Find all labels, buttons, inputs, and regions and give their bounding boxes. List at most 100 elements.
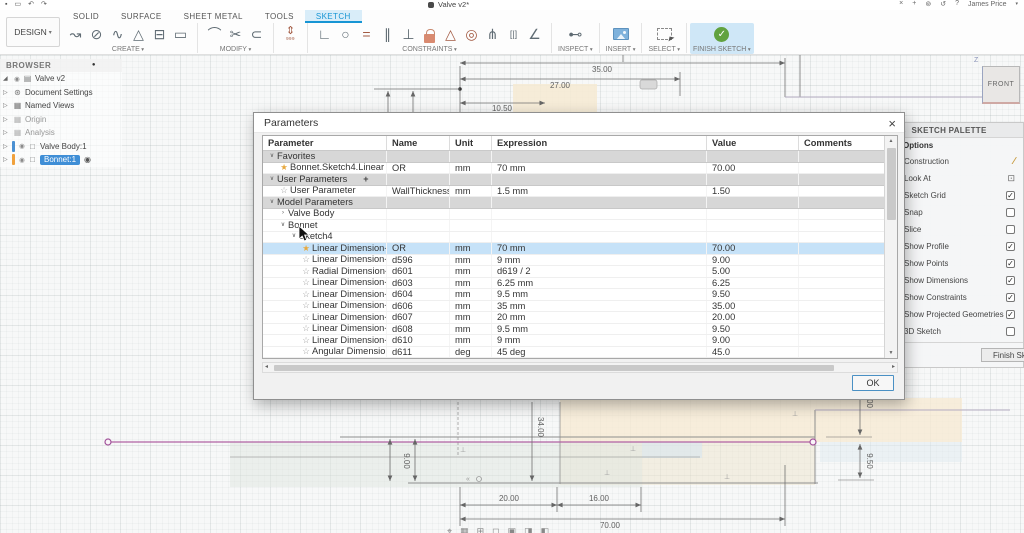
param-row[interactable]: ☆Linear Dimension-13d610mm9 mm9.00 [263,335,886,347]
param-expression[interactable]: 9.5 mm [492,289,707,300]
navigation-bar[interactable]: ⌖▦⊞◻▣◨◧ [447,526,549,533]
param-row[interactable]: ☆Radial Dimension-2d601mmd619 / 25.00 [263,266,886,278]
browser-item-document-settings[interactable]: ▷⊛Document Settings [0,86,122,100]
param-expression[interactable]: 9 mm [492,255,707,266]
scroll-left-icon[interactable]: ◂ [265,363,268,372]
horizontal-scroll-thumb[interactable] [274,365,834,371]
pan-icon[interactable]: ▦ [460,526,469,533]
favorite-star-icon[interactable]: ☆ [300,312,312,323]
favorite-star-icon[interactable]: ☆ [278,186,290,197]
param-group-row[interactable]: ∨Model Parameters [263,197,886,209]
concentric-constraint-icon[interactable]: ◎ [461,23,482,45]
tree-twisty-icon[interactable]: ∨ [267,197,277,208]
parallel-constraint-icon[interactable]: ∥ [377,23,398,45]
column-header-comments[interactable]: Comments [799,136,897,150]
tree-twisty-icon[interactable]: ∨ [267,174,277,185]
expand-arrow-icon[interactable]: ▷ [3,143,12,150]
param-comments[interactable] [799,186,886,197]
undo-icon[interactable]: ↶ [28,1,34,8]
midpoint-constraint-icon[interactable]: △ [440,23,461,45]
param-comments[interactable] [799,335,886,346]
param-expression[interactable]: 20 mm [492,312,707,323]
browser-item-valve-v2[interactable]: ◢◉▤Valve v2 [0,72,122,86]
favorite-star-icon[interactable]: ☆ [300,266,312,277]
browser-item-bonnet-1[interactable]: ▷◉□Bonnet:1◉ [0,153,122,167]
horizontal-vertical-constraint-icon[interactable]: ∟ [314,23,335,45]
column-header-parameter[interactable]: Parameter [263,136,387,150]
param-comments[interactable] [799,243,886,254]
trim-icon[interactable]: ✂ [225,23,246,45]
grid-settings-icon[interactable]: ◨ [524,526,533,533]
expand-arrow-icon[interactable]: ▷ [3,156,12,163]
tab-solid[interactable]: SOLID [62,10,110,23]
tab-sketch[interactable]: SKETCH [305,10,362,23]
param-comments[interactable] [799,197,886,208]
param-expression[interactable]: 35 mm [492,301,707,312]
orbit-icon[interactable]: ⌖ [447,526,452,533]
scroll-up-icon[interactable]: ▲ [885,136,897,146]
checkbox-sketch-grid[interactable]: ✓ [1006,191,1015,200]
measure-icon[interactable]: ⊷ [565,23,586,45]
tab-sheet-metal[interactable]: SHEET METAL [173,10,254,23]
favorite-star-icon[interactable]: ☆ [300,278,312,289]
param-comments[interactable] [799,209,886,220]
checkbox-show-dimensions[interactable]: ✓ [1006,276,1015,285]
browser-options-icon[interactable]: ● [92,59,96,72]
vertical-scrollbar[interactable]: ▲ ▼ [884,136,897,358]
circle-icon[interactable]: ⊘ [86,23,107,45]
titlebar-right-icons[interactable]: ×+⊚↺? [899,0,959,8]
checkbox-show-projected-geometries[interactable]: ✓ [1006,310,1015,319]
save-icon[interactable]: ▭ [14,1,21,8]
favorite-star-icon[interactable]: ☆ [300,347,312,358]
viewcube[interactable]: Z FRONT [982,66,1020,104]
browser-item-valve-body-1[interactable]: ▷◉□Valve Body:1 [0,140,122,154]
sketch-dimension-icon[interactable]: ⇕999 [280,26,301,42]
param-comments[interactable] [799,312,886,323]
scroll-down-icon[interactable]: ▼ [885,348,897,358]
fit-icon[interactable]: ◻ [492,526,499,533]
param-comments[interactable] [799,232,886,243]
checkbox-show-profile[interactable]: ✓ [1006,242,1015,251]
param-expression[interactable]: 70 mm [492,243,707,254]
browser-item-named-views[interactable]: ▷▦Named Views [0,99,122,113]
viewcube-front-face[interactable]: FRONT [988,81,1015,88]
document-tab[interactable]: Valve v2* [428,0,469,9]
param-group-row[interactable]: ∨User Parameters+ [263,174,886,186]
favorite-star-icon[interactable]: ☆ [300,289,312,300]
column-header-expression[interactable]: Expression [492,136,707,150]
ok-button[interactable]: OK [852,375,894,391]
line-icon[interactable]: ↝ [65,23,86,45]
vertical-scroll-thumb[interactable] [887,148,896,220]
param-expression[interactable]: 9.5 mm [492,324,707,335]
param-row[interactable]: ☆Linear Dimension-7d604mm9.5 mm9.50 [263,289,886,301]
collinear-constraint-icon[interactable]: [|] [503,23,524,45]
param-row[interactable]: ★Bonnet.Sketch4.Linear Dime...ORmm70 mm7… [263,163,886,175]
favorite-star-icon[interactable]: ★ [278,163,290,174]
param-comments[interactable] [799,266,886,277]
close-tab-icon[interactable]: × [899,0,903,8]
param-row[interactable]: ∨Sketch4 [263,232,886,244]
param-row[interactable]: ★Linear Dimension-2ORmm70 mm70.00 [263,243,886,255]
param-row[interactable]: ☆Linear Dimension-6d603mm6.25 mm6.25 [263,278,886,290]
param-expression[interactable]: 45 deg [492,347,707,358]
favorite-star-icon[interactable]: ☆ [300,301,312,312]
display-settings-icon[interactable]: ▣ [508,526,517,533]
param-row[interactable]: ∨Bonnet [263,220,886,232]
param-expression[interactable] [492,197,707,208]
visibility-eye-icon[interactable]: ◉ [17,142,27,150]
construction-icon[interactable]: ∕ [1013,156,1015,167]
viewport-icon[interactable]: ◧ [541,526,550,533]
param-expression[interactable]: 1.5 mm [492,186,707,197]
param-row[interactable]: ☆Linear Dimension-9d606mm35 mm35.00 [263,301,886,313]
tangent-constraint-icon[interactable]: ∠ [524,23,545,45]
tree-twisty-icon[interactable]: › [278,209,288,220]
tree-twisty-icon[interactable]: ∨ [278,220,288,231]
tree-twisty-icon[interactable]: ∨ [267,151,277,162]
notifications-icon[interactable]: ⊚ [925,0,931,8]
checkbox-snap[interactable] [1006,208,1015,217]
browser-item-origin[interactable]: ▷▦Origin [0,113,122,127]
param-comments[interactable] [799,163,886,174]
param-row[interactable]: ›Valve Body [263,209,886,221]
perpendicular-constraint-icon[interactable]: ⊥ [398,23,419,45]
param-row[interactable]: ☆Linear Dimension-10d607mm20 mm20.00 [263,312,886,324]
